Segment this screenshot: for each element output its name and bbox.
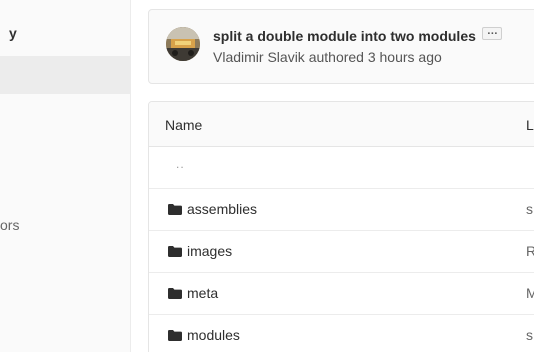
avatar-image-icon (166, 27, 200, 61)
folder-icon (168, 246, 182, 257)
avatar[interactable] (166, 27, 200, 61)
column-header-last-commit: L (526, 117, 534, 133)
last-commit-box: split a double module into two modules… … (148, 9, 534, 84)
sidebar-item-contributors[interactable]: ors (0, 217, 19, 233)
table-row[interactable]: meta M (149, 273, 534, 315)
folder-icon (168, 330, 182, 341)
folder-icon (168, 288, 182, 299)
commit-title[interactable]: split a double module into two modules … (213, 25, 502, 44)
file-name-link[interactable]: meta (187, 285, 218, 301)
folder-icon (168, 204, 182, 215)
table-row[interactable]: modules s (149, 315, 534, 352)
last-commit-cell[interactable]: s (526, 201, 533, 217)
file-tree-table: Name L .. assemblies s images R meta M (148, 101, 534, 352)
commit-expand-button[interactable]: … (481, 25, 502, 40)
file-name-link[interactable]: assemblies (187, 201, 257, 217)
sidebar-project-title[interactable]: y (9, 25, 17, 41)
file-name-link[interactable]: images (187, 243, 232, 259)
column-header-name: Name (165, 117, 203, 133)
table-row[interactable]: assemblies s (149, 189, 534, 231)
table-header: Name L (149, 102, 534, 147)
ellipsis-icon: … (486, 25, 498, 37)
last-commit-cell[interactable]: M (526, 285, 534, 301)
sidebar: y ors (0, 0, 131, 352)
parent-directory-row[interactable]: .. (149, 147, 534, 189)
parent-directory-link[interactable]: .. (176, 157, 185, 171)
table-row[interactable]: images R (149, 231, 534, 273)
last-commit-cell[interactable]: s (526, 327, 533, 343)
repository-page: y ors split a double module into two mod… (0, 0, 534, 352)
commit-author-line: Vladimir Slavik authored 3 hours ago (213, 49, 442, 65)
sidebar-item-active[interactable] (0, 56, 130, 94)
last-commit-cell[interactable]: R (526, 243, 534, 259)
file-name-link[interactable]: modules (187, 327, 240, 343)
commit-title-text[interactable]: split a double module into two modules (213, 28, 476, 44)
